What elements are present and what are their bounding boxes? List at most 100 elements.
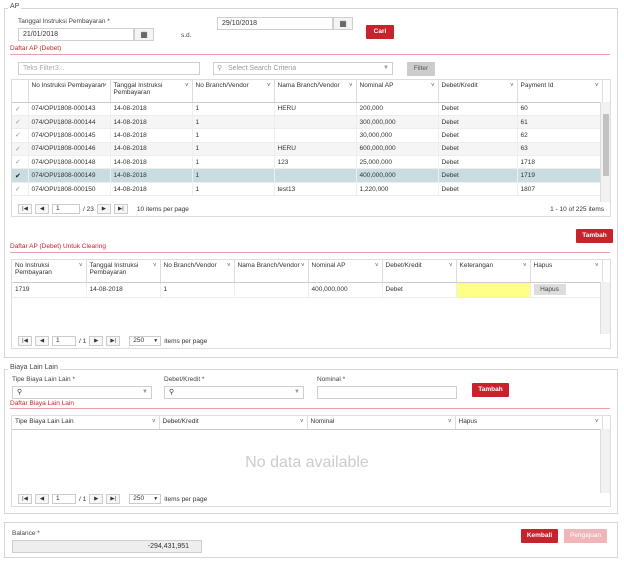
column-header[interactable]: Nominal AP ˅: [308, 260, 383, 283]
date-to-calendar-button[interactable]: ▦: [333, 17, 353, 30]
table-cell: [274, 128, 357, 143]
prev-page-button[interactable]: ◀: [35, 494, 49, 504]
chevron-down-icon: ˅: [430, 83, 435, 89]
search-icon: ⚲: [169, 389, 175, 396]
pengajuan-button[interactable]: Pengajuan: [564, 529, 607, 543]
table-cell: 61: [517, 115, 603, 130]
column-header[interactable]: Nominal ˅: [307, 416, 456, 430]
section-divider: [10, 252, 610, 253]
page-size-select[interactable]: 250 ▼: [129, 336, 162, 346]
table-cell: 1719: [12, 282, 87, 298]
first-page-button[interactable]: |◀: [18, 336, 32, 346]
chevron-down-icon: ˅: [266, 83, 271, 89]
page-number-input[interactable]: 1: [52, 204, 80, 214]
next-page-button[interactable]: ▶: [96, 204, 111, 214]
tambah-clearing-button[interactable]: Tambah: [576, 229, 613, 243]
nominal-input[interactable]: [317, 386, 457, 399]
kembali-button[interactable]: Kembali: [521, 529, 558, 543]
table-row[interactable]: 1719 14-08-2018 1 400,000,000 Debet Hapu…: [12, 282, 603, 298]
table-row[interactable]: ✓ 074/OPI/1808-000146 14-08-2018 1 HERU …: [12, 142, 603, 157]
chevron-down-icon: ▼: [153, 496, 159, 502]
check-icon[interactable]: ✔: [15, 173, 21, 180]
table-cell: 63: [517, 142, 603, 157]
last-page-button[interactable]: ▶|: [113, 204, 128, 214]
table-cell: Debet: [438, 102, 518, 116]
tipe-select[interactable]: ⚲ ▼: [12, 386, 152, 399]
column-header[interactable]: Debet/Kredit ˅: [438, 80, 518, 103]
table-cell: Debet: [438, 142, 518, 157]
column-header[interactable]: Debet/Kredit ˅: [382, 260, 457, 283]
vertical-scrollbar[interactable]: [600, 429, 610, 493]
page-size-select[interactable]: 250 ▼: [129, 494, 162, 504]
date-from-input[interactable]: 21/01/2018: [18, 28, 134, 41]
column-header[interactable]: No Branch/Vendor ˅: [192, 80, 275, 103]
search-criteria-placeholder: Select Search Criteria: [228, 65, 297, 72]
table-cell: [234, 282, 309, 298]
table-cell: Debet: [438, 182, 518, 197]
filter-input[interactable]: Teks Filter3...: [18, 62, 200, 75]
column-header[interactable]: Hapus ˅: [455, 416, 603, 430]
keterangan-input[interactable]: [456, 282, 531, 298]
column-header[interactable]: Tipe Biaya Lain Lain ˅: [12, 416, 160, 430]
table-row-selected[interactable]: ✔ 074/OPI/1808-000149 14-08-2018 1 400,0…: [12, 168, 603, 183]
filter-button[interactable]: Filter: [407, 62, 435, 76]
hapus-button[interactable]: Hapus: [533, 284, 566, 295]
page-number-input[interactable]: 1: [52, 494, 76, 504]
column-header[interactable]: Nominal AP ˅: [356, 80, 439, 103]
column-header[interactable]: Debet/Kredit ˅: [159, 416, 308, 430]
cari-button[interactable]: Cari: [366, 25, 394, 39]
chevron-down-icon: ˅: [594, 83, 599, 89]
column-header[interactable]: Nama Branch/Vendor ˅: [274, 80, 357, 103]
last-page-button[interactable]: ▶|: [106, 336, 121, 346]
column-header[interactable]: Keterangan ˅: [456, 260, 531, 283]
first-page-button[interactable]: |◀: [18, 204, 32, 214]
table-cell: 1718: [517, 155, 603, 170]
first-page-button[interactable]: |◀: [18, 494, 32, 504]
vertical-scrollbar[interactable]: [600, 282, 610, 334]
vertical-scrollbar[interactable]: [600, 102, 610, 202]
check-icon[interactable]: ✓: [15, 119, 21, 126]
table-cell: 1,220,000: [356, 182, 439, 197]
table-row[interactable]: ✓ 074/OPI/1808-000150 14-08-2018 1 test1…: [12, 182, 603, 197]
chevron-down-icon: ˅: [522, 263, 527, 269]
scrollbar-thumb[interactable]: [603, 114, 609, 176]
search-icon: ⚲: [17, 389, 23, 396]
column-header[interactable]: Tanggal Instruksi Pembayaran ˅: [110, 80, 193, 103]
chevron-down-icon: ˅: [447, 419, 452, 425]
column-header[interactable]: Tanggal Instruksi Pembayaran ˅: [86, 260, 161, 283]
last-page-button[interactable]: ▶|: [106, 494, 121, 504]
check-icon[interactable]: ✓: [15, 146, 21, 153]
table-cell: 14-08-2018: [110, 128, 193, 143]
table-cell: HERU: [274, 142, 357, 157]
table-row[interactable]: ✓ 074/OPI/1808-000145 14-08-2018 1 30,00…: [12, 128, 603, 143]
column-header[interactable]: No Instruksi Pembayaran ˅: [28, 80, 111, 103]
chevron-down-icon: ˅: [102, 83, 107, 89]
column-header[interactable]: Nama Branch/Vendor ˅: [234, 260, 309, 283]
table-cell: 14-08-2018: [110, 142, 193, 157]
check-icon[interactable]: ✓: [15, 106, 21, 113]
column-header[interactable]: Hapus ˅: [530, 260, 603, 283]
table-row[interactable]: ✓ 074/OPI/1808-000148 14-08-2018 1 123 2…: [12, 155, 603, 170]
biaya-title: Daftar Biaya Lain Lain: [10, 400, 74, 407]
column-header[interactable]: No Branch/Vendor ˅: [160, 260, 235, 283]
prev-page-button[interactable]: ◀: [35, 204, 49, 214]
tambah-biaya-button[interactable]: Tambah: [472, 383, 509, 397]
next-page-button[interactable]: ▶: [89, 336, 104, 346]
column-header[interactable]: No Instruksi Pembayaran ˅: [12, 260, 87, 283]
check-icon[interactable]: ✓: [15, 159, 21, 166]
clearing-pager: |◀ ◀ 1 / 1 ▶ ▶| 250 ▼ items per page: [18, 336, 207, 346]
date-to-input[interactable]: 29/10/2018: [217, 17, 333, 30]
date-from-calendar-button[interactable]: ▦: [134, 28, 154, 41]
table-cell: 60: [517, 102, 603, 116]
dk-select[interactable]: ⚲ ▼: [164, 386, 304, 399]
check-icon[interactable]: ✓: [15, 132, 21, 139]
table-row[interactable]: ✓ 074/OPI/1808-000143 14-08-2018 1 HERU …: [12, 102, 603, 116]
daftar-ap-title: Daftar AP (Debet): [10, 45, 62, 52]
check-icon[interactable]: ✓: [15, 186, 21, 193]
column-header[interactable]: Payment Id ˅: [517, 80, 603, 103]
next-page-button[interactable]: ▶: [89, 494, 104, 504]
table-row[interactable]: ✓ 074/OPI/1808-000144 14-08-2018 1 300,0…: [12, 115, 603, 130]
page-number-input[interactable]: 1: [52, 336, 76, 346]
prev-page-button[interactable]: ◀: [35, 336, 49, 346]
search-criteria-select[interactable]: ⚲ Select Search Criteria ▼: [213, 62, 393, 75]
